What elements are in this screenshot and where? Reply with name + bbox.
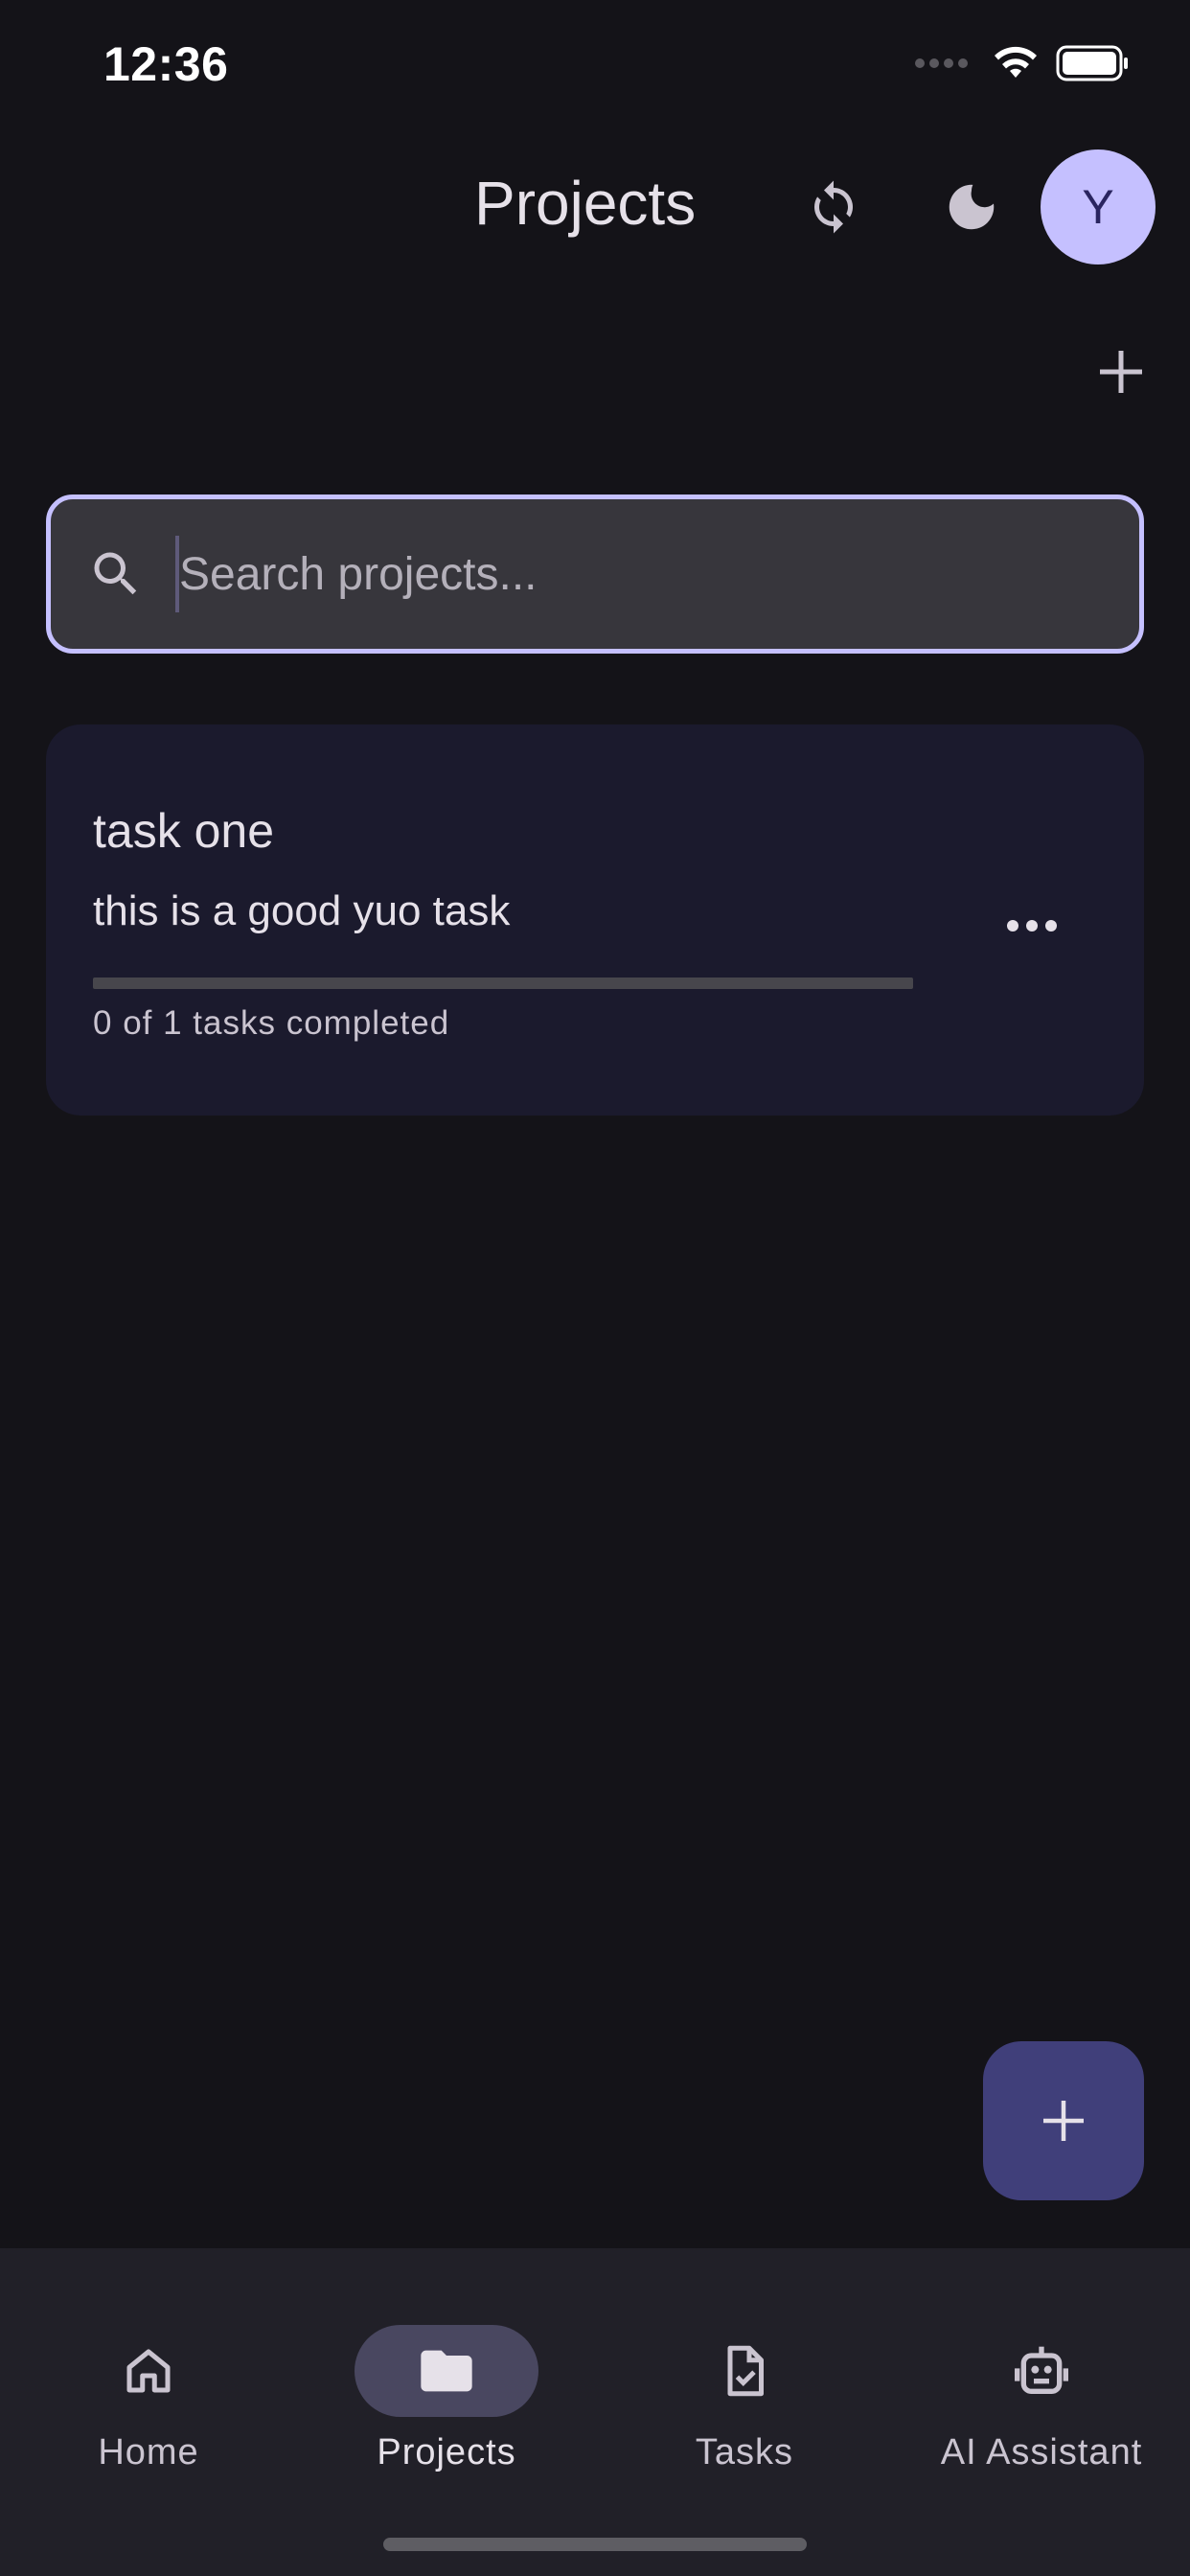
- more-options-button[interactable]: [995, 897, 1069, 954]
- folder-icon: [421, 2350, 472, 2392]
- search-box[interactable]: [46, 494, 1144, 654]
- wifi-icon: [995, 46, 1037, 78]
- sync-icon: [814, 180, 853, 234]
- nav-item-tasks[interactable]: Tasks: [601, 2287, 888, 2472]
- search-input[interactable]: [175, 536, 1095, 612]
- theme-toggle-button[interactable]: [935, 171, 1008, 243]
- nav-item-ai-assistant[interactable]: AI Assistant: [898, 2287, 1185, 2472]
- cellular-signal-icon: [915, 58, 968, 68]
- sync-button[interactable]: [797, 171, 870, 243]
- moon-icon: [949, 184, 995, 230]
- status-time: 12:36: [103, 37, 229, 91]
- projects-screen: 12:36 Projects Y Search projects... task…: [0, 0, 1190, 2576]
- nav-label-tasks: Tasks: [695, 2432, 794, 2472]
- fab-add-button[interactable]: [983, 2041, 1144, 2200]
- project-status: 0 of 1 tasks completed: [93, 1004, 450, 1042]
- more-horizontal-icon: [1007, 920, 1018, 932]
- project-description: this is a good yuo task: [93, 887, 511, 934]
- nav-label-home: Home: [98, 2432, 199, 2472]
- robot-icon: [1015, 2346, 1068, 2394]
- plus-icon: [1100, 351, 1142, 393]
- plus-icon: [1043, 2101, 1084, 2141]
- search-icon: [87, 545, 145, 603]
- nav-item-projects[interactable]: Projects: [303, 2287, 590, 2472]
- status-icons: [915, 42, 1131, 84]
- project-card[interactable]: task one this is a good yuo task 0 of 1 …: [46, 724, 1144, 1116]
- task-document-icon: [727, 2345, 764, 2397]
- bottom-navigation: Home Projects Tasks AI Assistant: [0, 2248, 1190, 2576]
- nav-label-ai-assistant: AI Assistant: [940, 2432, 1143, 2472]
- add-project-button[interactable]: [1087, 337, 1156, 406]
- nav-label-projects: Projects: [377, 2432, 516, 2472]
- nav-active-indicator: [355, 2325, 538, 2417]
- avatar[interactable]: Y: [1041, 150, 1156, 264]
- project-title: task one: [93, 804, 275, 858]
- battery-icon: [1056, 45, 1128, 81]
- project-progress-bar: [93, 978, 913, 989]
- home-icon: [126, 2349, 171, 2393]
- nav-item-home[interactable]: Home: [5, 2287, 292, 2472]
- page-title: Projects: [474, 169, 697, 238]
- home-indicator: [383, 2538, 807, 2551]
